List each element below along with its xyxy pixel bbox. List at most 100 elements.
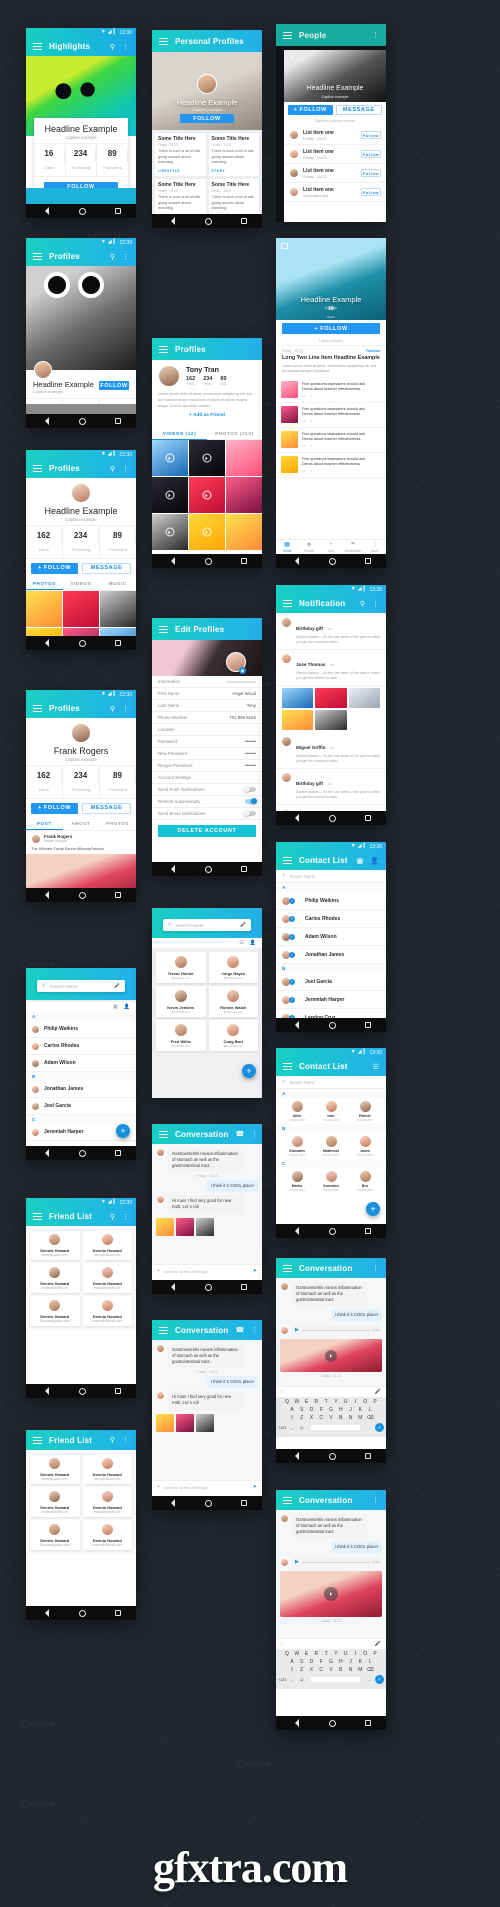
key[interactable]: B (337, 1667, 345, 1673)
arrow-icon[interactable]: → (376, 462, 381, 468)
contact-card[interactable]: Palmer 701446 2697 (349, 1100, 381, 1122)
search-icon[interactable]: ⚲ (110, 1436, 115, 1444)
camera-icon[interactable]: ◉ (239, 667, 246, 674)
tab-videos[interactable]: VIDEOS (63, 581, 100, 586)
field-new-password[interactable]: New Password ••••••• (152, 748, 262, 760)
video-thumb[interactable] (152, 514, 188, 551)
message-button[interactable]: MESSAGE (335, 105, 382, 115)
back-icon[interactable] (167, 1283, 175, 1291)
home-icon[interactable] (204, 1499, 212, 1507)
content-card[interactable]: Some Title Here Friday · 15:23 There is … (208, 133, 259, 177)
tab-videos[interactable]: VIDEOS (12) (152, 427, 207, 440)
row-follow-button[interactable]: Follow (361, 131, 381, 139)
back-icon[interactable] (291, 1021, 299, 1029)
video-thumb[interactable] (152, 440, 188, 477)
list-item[interactable]: Adam Wilson (26, 1055, 136, 1072)
key[interactable]: C (317, 1415, 325, 1421)
play-icon[interactable] (324, 1587, 338, 1602)
chat-video[interactable] (280, 1571, 382, 1618)
key[interactable]: U (342, 1651, 350, 1657)
arrow-icon[interactable]: → (376, 387, 381, 393)
backspace-icon[interactable]: ⌫ (366, 1667, 374, 1673)
row-follow-button[interactable]: Follow (361, 150, 381, 158)
video-thumb[interactable] (189, 440, 225, 477)
add-contact-fab[interactable]: + (366, 1202, 380, 1216)
send-icon[interactable]: ✓ (375, 1423, 384, 1432)
key[interactable]: F (317, 1659, 325, 1665)
key[interactable]: B (337, 1415, 345, 1421)
back-icon[interactable] (291, 557, 299, 565)
comma-key[interactable]: , (288, 1677, 296, 1683)
message-button[interactable]: MESSAGE (82, 802, 131, 814)
toggle-switch[interactable] (244, 786, 256, 793)
recents-icon[interactable] (114, 1387, 122, 1395)
tab-about[interactable]: ABOUT (63, 821, 100, 826)
back-icon[interactable] (41, 1387, 49, 1395)
more-icon[interactable]: ⋮ (251, 1326, 258, 1334)
key[interactable]: L (366, 1659, 374, 1665)
menu-icon[interactable] (33, 705, 42, 712)
home-icon[interactable] (78, 1149, 86, 1157)
list-item[interactable]: Carlos Rhodes (26, 1038, 136, 1055)
key[interactable]: W (293, 1399, 301, 1405)
search-input[interactable]: Search Name (289, 874, 380, 879)
friend-card[interactable]: Dennis Howard denis@yahoo.com (30, 1230, 80, 1260)
recents-icon[interactable] (240, 1499, 248, 1507)
video-thumb[interactable] (189, 477, 225, 514)
notification-item[interactable]: Birthday gift 1m Sandra Adams – It's the… (276, 769, 386, 805)
home-icon[interactable] (328, 557, 336, 565)
home-icon[interactable] (204, 557, 212, 565)
notification-item[interactable]: Birthday gift 1m Sandra Adams – It's the… (276, 613, 386, 650)
contact-card[interactable]: Craig Burt @hotmail.com (208, 1020, 258, 1051)
friend-card[interactable]: Dennis Howard denis@yahoo.com (82, 1454, 132, 1484)
key[interactable]: X (307, 1667, 315, 1673)
message-input[interactable]: Add text to this message (164, 1485, 249, 1490)
follow-button[interactable]: FOLLOW (99, 381, 129, 390)
bottom-nav-add[interactable]: + Add (320, 540, 342, 554)
play-icon[interactable] (325, 1349, 337, 1362)
home-icon[interactable] (328, 814, 336, 822)
home-icon[interactable] (78, 1609, 86, 1617)
friend-card[interactable]: Dennis Howard markw@rediff.com (30, 1263, 80, 1293)
key[interactable]: Z (298, 1667, 306, 1673)
add-friend-button[interactable]: + Add as Friend (158, 409, 256, 422)
mic-icon[interactable]: 🎤 (240, 922, 246, 928)
emoji-icon[interactable]: ☺ (298, 1425, 306, 1431)
key[interactable]: Q (283, 1399, 291, 1405)
add-contact-fab[interactable]: + (116, 1124, 130, 1138)
content-card[interactable]: Some Title Here Friday · 15:23 There is … (155, 179, 206, 216)
list-view-icon[interactable]: ☰ (239, 940, 243, 946)
tab-post[interactable]: POST (26, 817, 63, 831)
more-icon[interactable]: ⋮ (122, 465, 129, 473)
recents-icon[interactable] (364, 1719, 372, 1727)
chat-image[interactable] (176, 1217, 194, 1236)
back-icon[interactable] (41, 1609, 49, 1617)
key[interactable]: I (351, 1399, 359, 1405)
contact-card[interactable]: Jorge Hayes @hotmail.com (208, 952, 258, 983)
arrow-icon[interactable]: → (376, 437, 381, 443)
menu-icon[interactable] (283, 31, 292, 39)
search-icon[interactable]: ⚲ (360, 600, 365, 608)
key[interactable]: S (298, 1659, 306, 1665)
menu-icon[interactable] (283, 1496, 292, 1504)
more-icon[interactable]: ⋮ (372, 31, 379, 39)
notification-image[interactable] (282, 710, 314, 730)
key[interactable]: J (346, 1407, 354, 1413)
article-row[interactable]: Five questions lawmakers should ask Devo… (276, 378, 386, 403)
key[interactable]: H (337, 1659, 345, 1665)
recents-icon[interactable] (114, 417, 122, 425)
back-icon[interactable] (41, 417, 49, 425)
numeric-key[interactable]: ?123 (278, 1678, 286, 1682)
more-icon[interactable]: ⋮ (122, 43, 129, 51)
friend-card[interactable]: Dennis Howard markw@rediff.com (82, 1487, 132, 1517)
recents-icon[interactable] (364, 1021, 372, 1029)
list-item[interactable]: List item one Friday · 15:23 Follow (284, 164, 386, 183)
notification-image[interactable] (315, 710, 347, 730)
home-icon[interactable] (78, 891, 86, 899)
menu-icon[interactable] (33, 1436, 42, 1444)
key[interactable]: P (371, 1651, 379, 1657)
key[interactable]: P (371, 1399, 379, 1405)
menu-icon[interactable] (283, 600, 292, 607)
home-icon[interactable] (78, 417, 86, 425)
mic-icon[interactable]: 🎤 (114, 983, 120, 989)
